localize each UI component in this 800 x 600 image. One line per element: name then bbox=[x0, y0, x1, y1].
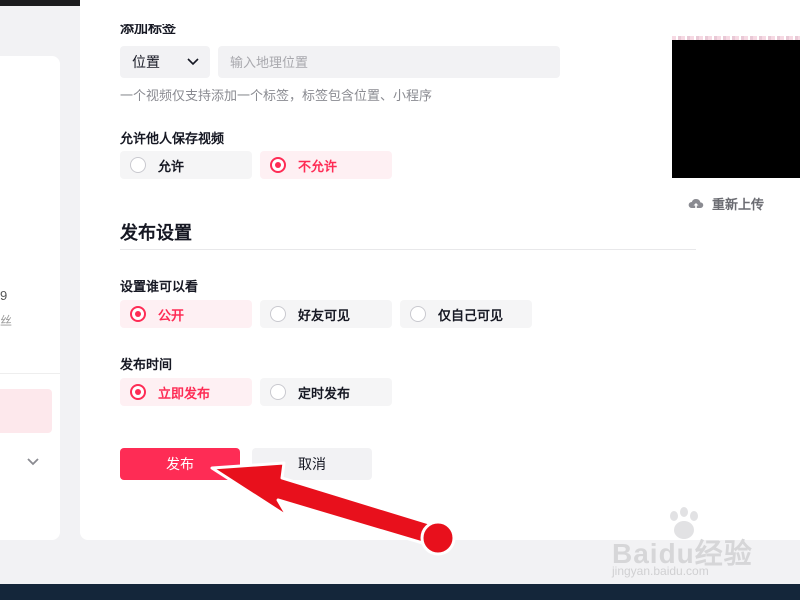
cloud-upload-icon bbox=[688, 198, 704, 209]
radio-schedule[interactable]: 定时发布 bbox=[260, 378, 392, 406]
radio-publish-now[interactable]: 立即发布 bbox=[120, 378, 252, 406]
publish-settings-title: 发布设置 bbox=[120, 223, 192, 243]
radio-circle bbox=[410, 306, 426, 322]
radio-label: 允许 bbox=[158, 158, 185, 174]
tag-label: 添加标签 bbox=[120, 24, 176, 34]
visibility-label: 设置谁可以看 bbox=[120, 279, 199, 294]
radio-label: 好友可见 bbox=[298, 307, 351, 323]
radio-public[interactable]: 公开 bbox=[120, 300, 252, 328]
radio-private[interactable]: 仅自己可见 bbox=[400, 300, 532, 328]
tag-hint: 一个视频仅支持添加一个标签，标签包含位置、小程序 bbox=[120, 88, 433, 103]
radio-circle bbox=[270, 384, 286, 400]
radio-circle-selected bbox=[270, 157, 286, 173]
reupload-button[interactable]: 重新上传 bbox=[688, 194, 764, 213]
radio-label: 不允许 bbox=[298, 158, 338, 174]
left-sidebar-card: 9 丝 bbox=[0, 56, 60, 540]
radio-circle-selected bbox=[130, 306, 146, 322]
radio-friends[interactable]: 好友可见 bbox=[260, 300, 392, 328]
radio-disallow-save[interactable]: 不允许 bbox=[260, 151, 392, 179]
radio-circle-selected bbox=[130, 384, 146, 400]
video-preview bbox=[672, 40, 800, 178]
sidebar-active-item[interactable] bbox=[0, 389, 52, 433]
location-input[interactable] bbox=[218, 46, 560, 78]
stat-label: 丝 bbox=[0, 314, 13, 328]
radio-allow-save[interactable]: 允许 bbox=[120, 151, 252, 179]
tag-type-value: 位置 bbox=[132, 54, 160, 70]
radio-label: 定时发布 bbox=[298, 385, 351, 401]
chevron-down-icon[interactable] bbox=[26, 454, 40, 468]
tag-type-select[interactable]: 位置 bbox=[120, 46, 210, 78]
radio-circle bbox=[270, 306, 286, 322]
radio-label: 公开 bbox=[158, 307, 185, 323]
taskbar bbox=[0, 584, 800, 600]
publish-button[interactable]: 发布 bbox=[120, 448, 240, 480]
watermark-url: jingyan.baidu.com bbox=[612, 564, 709, 578]
divider bbox=[0, 373, 60, 374]
radio-label: 立即发布 bbox=[158, 385, 211, 401]
divider bbox=[120, 249, 696, 250]
publish-time-label: 发布时间 bbox=[120, 357, 173, 372]
cancel-button[interactable]: 取消 bbox=[252, 448, 372, 480]
reupload-label: 重新上传 bbox=[712, 197, 765, 212]
allow-save-label: 允许他人保存视频 bbox=[120, 131, 225, 146]
radio-label: 仅自己可见 bbox=[438, 307, 504, 323]
radio-circle bbox=[130, 157, 146, 173]
chevron-down-icon bbox=[187, 58, 199, 66]
stat-number: 9 bbox=[0, 288, 8, 303]
